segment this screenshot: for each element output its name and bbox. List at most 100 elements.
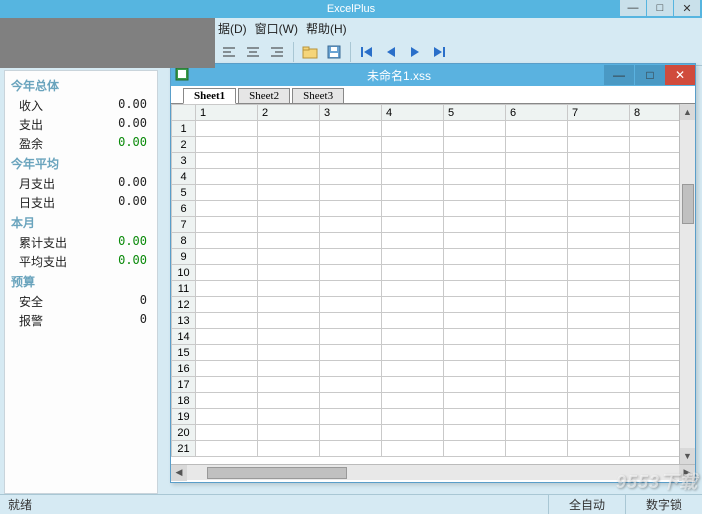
- menu-window[interactable]: 窗口(W): [255, 20, 298, 37]
- cell[interactable]: [382, 169, 444, 185]
- menu-help[interactable]: 帮助(H): [306, 20, 347, 37]
- cell[interactable]: [382, 329, 444, 345]
- cell[interactable]: [258, 185, 320, 201]
- cell[interactable]: [444, 361, 506, 377]
- row-header[interactable]: 15: [172, 345, 196, 361]
- cell[interactable]: [258, 217, 320, 233]
- cell[interactable]: [506, 249, 568, 265]
- cell[interactable]: [382, 137, 444, 153]
- cell[interactable]: [258, 169, 320, 185]
- column-header[interactable]: 7: [568, 105, 630, 121]
- cell[interactable]: [196, 281, 258, 297]
- cell[interactable]: [506, 233, 568, 249]
- tab-sheet1[interactable]: Sheet1: [183, 88, 236, 104]
- cell[interactable]: [568, 185, 630, 201]
- row-header[interactable]: 7: [172, 217, 196, 233]
- horizontal-scrollbar[interactable]: ◀ ▶: [171, 464, 695, 480]
- cell[interactable]: [568, 137, 630, 153]
- row-header[interactable]: 19: [172, 409, 196, 425]
- vscroll-thumb[interactable]: [682, 184, 694, 224]
- cell[interactable]: [320, 377, 382, 393]
- tab-sheet2[interactable]: Sheet2: [238, 88, 290, 103]
- cell[interactable]: [568, 313, 630, 329]
- cell[interactable]: [506, 297, 568, 313]
- cell[interactable]: [320, 409, 382, 425]
- cell[interactable]: [382, 409, 444, 425]
- minimize-button[interactable]: —: [620, 0, 646, 16]
- cell[interactable]: [320, 201, 382, 217]
- cell[interactable]: [258, 121, 320, 137]
- cell[interactable]: [196, 121, 258, 137]
- cell[interactable]: [196, 265, 258, 281]
- cell[interactable]: [258, 153, 320, 169]
- cell[interactable]: [382, 313, 444, 329]
- cell[interactable]: [568, 217, 630, 233]
- grid-corner[interactable]: [172, 105, 196, 121]
- save-icon[interactable]: [324, 42, 344, 62]
- row-header[interactable]: 13: [172, 313, 196, 329]
- cell[interactable]: [506, 281, 568, 297]
- cell[interactable]: [568, 233, 630, 249]
- cell[interactable]: [196, 409, 258, 425]
- cell[interactable]: [568, 249, 630, 265]
- cell[interactable]: [382, 153, 444, 169]
- cell[interactable]: [568, 329, 630, 345]
- cell[interactable]: [382, 361, 444, 377]
- cell[interactable]: [444, 313, 506, 329]
- first-icon[interactable]: [357, 42, 377, 62]
- cell[interactable]: [258, 377, 320, 393]
- cell[interactable]: [320, 425, 382, 441]
- doc-maximize-button[interactable]: □: [635, 65, 665, 85]
- cell[interactable]: [506, 201, 568, 217]
- row-header[interactable]: 9: [172, 249, 196, 265]
- cell[interactable]: [568, 201, 630, 217]
- cell[interactable]: [382, 393, 444, 409]
- cell[interactable]: [568, 121, 630, 137]
- row-header[interactable]: 21: [172, 441, 196, 457]
- cell[interactable]: [258, 249, 320, 265]
- cell[interactable]: [568, 441, 630, 457]
- cell[interactable]: [444, 185, 506, 201]
- cell[interactable]: [382, 249, 444, 265]
- row-header[interactable]: 3: [172, 153, 196, 169]
- cell[interactable]: [258, 441, 320, 457]
- maximize-button[interactable]: □: [647, 0, 673, 16]
- cell[interactable]: [444, 233, 506, 249]
- cell[interactable]: [444, 265, 506, 281]
- cell[interactable]: [196, 377, 258, 393]
- cell[interactable]: [258, 393, 320, 409]
- cell[interactable]: [568, 393, 630, 409]
- cell[interactable]: [568, 281, 630, 297]
- column-header[interactable]: 5: [444, 105, 506, 121]
- cell[interactable]: [382, 377, 444, 393]
- row-header[interactable]: 2: [172, 137, 196, 153]
- cell[interactable]: [568, 265, 630, 281]
- cell[interactable]: [506, 409, 568, 425]
- cell[interactable]: [320, 217, 382, 233]
- vertical-scrollbar[interactable]: ▲ ▼: [679, 104, 695, 464]
- cell[interactable]: [320, 329, 382, 345]
- cell[interactable]: [382, 297, 444, 313]
- cell[interactable]: [196, 313, 258, 329]
- scroll-up-icon[interactable]: ▲: [680, 104, 695, 120]
- column-header[interactable]: 2: [258, 105, 320, 121]
- column-header[interactable]: 6: [506, 105, 568, 121]
- cell[interactable]: [196, 201, 258, 217]
- cell[interactable]: [320, 345, 382, 361]
- cell[interactable]: [258, 329, 320, 345]
- row-header[interactable]: 14: [172, 329, 196, 345]
- cell[interactable]: [258, 313, 320, 329]
- spreadsheet-grid[interactable]: 1234567812345678910111213141516171819202…: [171, 104, 695, 464]
- cell[interactable]: [568, 409, 630, 425]
- prev-icon[interactable]: [381, 42, 401, 62]
- cell[interactable]: [258, 233, 320, 249]
- scroll-right-icon[interactable]: ▶: [679, 465, 695, 481]
- close-button[interactable]: ✕: [674, 0, 700, 16]
- row-header[interactable]: 20: [172, 425, 196, 441]
- cell[interactable]: [568, 361, 630, 377]
- cell[interactable]: [320, 441, 382, 457]
- cell[interactable]: [382, 185, 444, 201]
- cell[interactable]: [444, 137, 506, 153]
- cell[interactable]: [382, 233, 444, 249]
- cell[interactable]: [568, 377, 630, 393]
